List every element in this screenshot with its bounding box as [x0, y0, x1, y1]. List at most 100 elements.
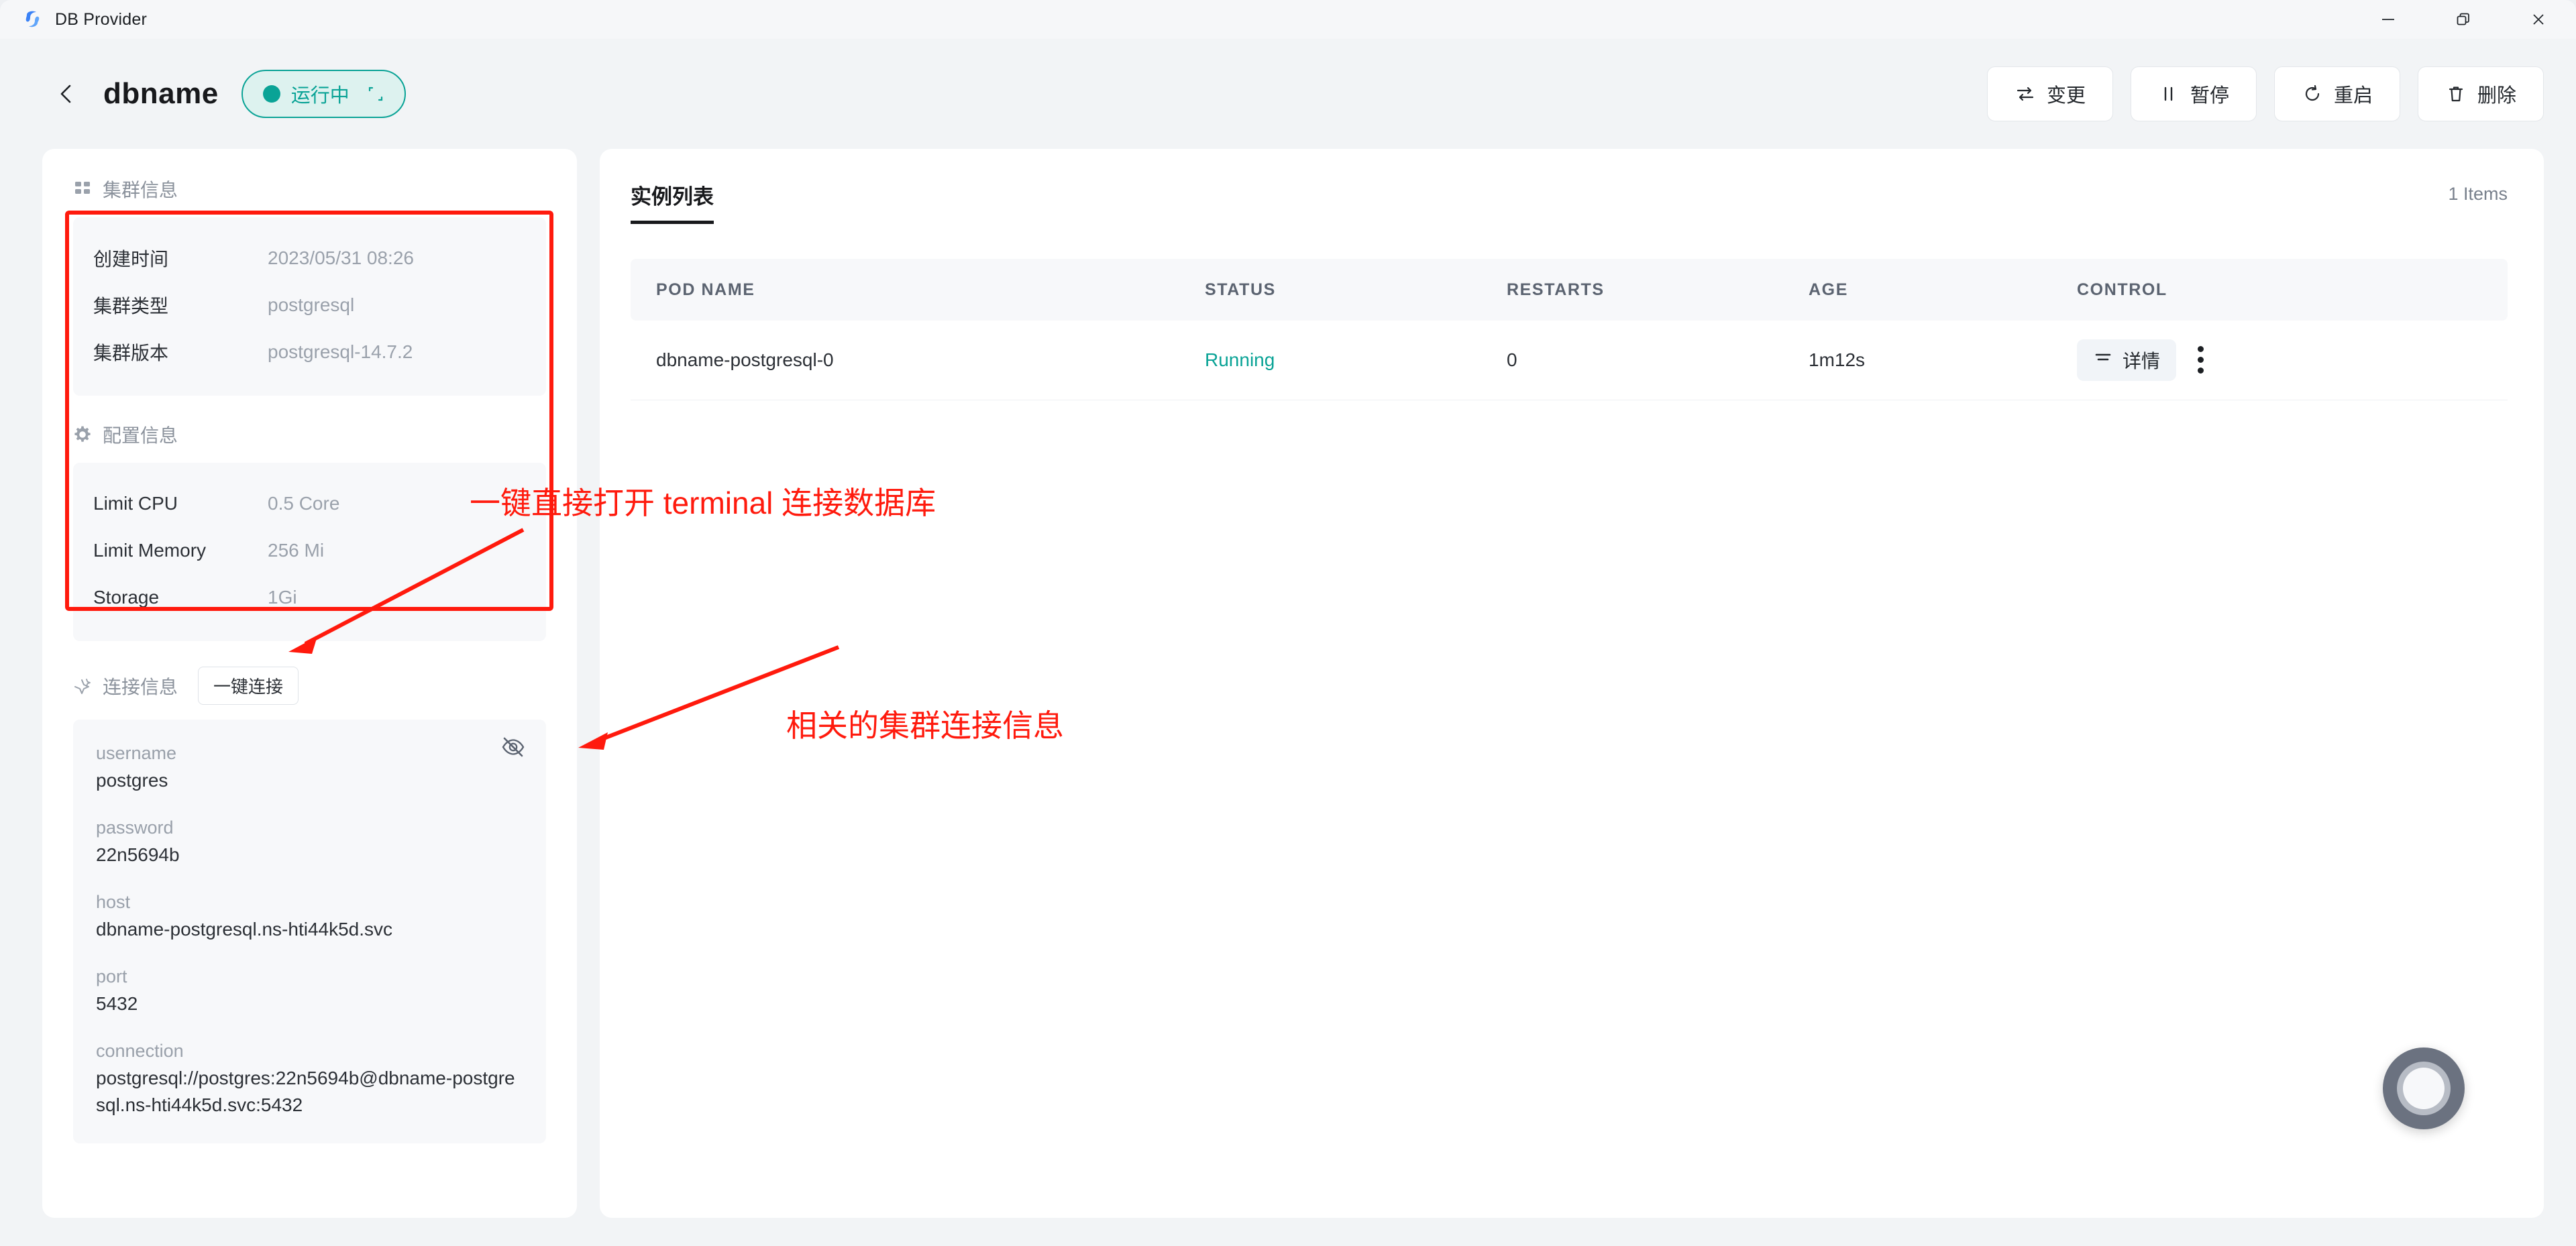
- info-row: 集群版本 postgresql-14.7.2: [93, 329, 526, 376]
- ring-button-center: [2403, 1068, 2445, 1109]
- instance-table: POD NAME STATUS RESTARTS AGE CONTROL dbn…: [631, 259, 2508, 400]
- gear-icon: [73, 425, 92, 444]
- info-key: 集群版本: [93, 343, 169, 363]
- info-row: Limit CPU 0.5 Core: [93, 480, 526, 527]
- cell-age: 1m12s: [1798, 321, 2066, 400]
- info-key: Limit CPU: [93, 493, 178, 514]
- pause-icon: [2158, 83, 2180, 105]
- expand-icon[interactable]: [367, 85, 384, 103]
- cell-restarts: 0: [1496, 321, 1798, 400]
- kebab-dot: [2198, 357, 2204, 363]
- eye-off-icon[interactable]: [500, 734, 526, 763]
- detail-button[interactable]: 详情: [2077, 339, 2177, 381]
- maximize-restore-button[interactable]: [2426, 0, 2501, 39]
- info-value: 0.5 Core: [268, 493, 340, 514]
- back-button[interactable]: [48, 75, 86, 113]
- pause-button-label: 暂停: [2190, 85, 2229, 107]
- kebab-dot: [2198, 367, 2204, 374]
- config-info-section-header: 配置信息: [73, 421, 546, 448]
- status-label: 运行中: [290, 85, 350, 107]
- delete-button[interactable]: 删除: [2418, 66, 2544, 121]
- connection-item-value: 22n5694b: [96, 844, 180, 865]
- info-row: Limit Memory 256 Mi: [93, 527, 526, 574]
- main-panel: 实例列表 1 Items POD NAME STATUS RESTARTS AG…: [600, 149, 2544, 1218]
- control-group: 详情: [2077, 339, 2508, 381]
- restart-button[interactable]: 重启: [2274, 66, 2400, 121]
- ring-button-icon[interactable]: [2383, 1047, 2465, 1129]
- info-value: 256 Mi: [268, 540, 325, 561]
- list-icon: [2093, 347, 2113, 372]
- cluster-info-section-header: 集群信息: [73, 176, 546, 203]
- info-row: 创建时间 2023/05/31 08:26: [93, 235, 526, 282]
- info-key: Limit Memory: [93, 540, 207, 561]
- header-actions: 变更 暂停 重启 删除: [1987, 66, 2544, 121]
- column-header-control: CONTROL: [2066, 259, 2508, 321]
- one-click-connect-button[interactable]: 一键连接: [198, 667, 299, 705]
- cell-control: 详情: [2066, 321, 2508, 400]
- connection-item: username postgres: [96, 740, 523, 794]
- trash-icon: [2445, 83, 2467, 105]
- kebab-dot: [2198, 346, 2204, 353]
- connection-item: port 5432: [96, 963, 523, 1017]
- window-titlebar: DB Provider: [0, 0, 2576, 39]
- info-key: 集群类型: [93, 296, 169, 317]
- items-count: 1 Items: [2448, 184, 2508, 204]
- connection-item: password 22n5694b: [96, 814, 523, 868]
- table-head: POD NAME STATUS RESTARTS AGE CONTROL: [631, 259, 2508, 321]
- pause-button[interactable]: 暂停: [2131, 66, 2257, 121]
- main-panel-header: 实例列表 1 Items: [631, 180, 2508, 224]
- info-value: 1Gi: [268, 587, 297, 608]
- change-arrows-icon: [2015, 83, 2036, 105]
- config-info-title: 配置信息: [103, 425, 178, 446]
- info-value: postgresql-14.7.2: [268, 341, 413, 362]
- connection-item-value: postgresql://postgres:22n5694b@dbname-po…: [96, 1067, 515, 1116]
- connection-item-label: port: [96, 966, 127, 987]
- info-key: 创建时间: [93, 249, 169, 270]
- column-header-status: STATUS: [1194, 259, 1496, 321]
- connection-item-label: password: [96, 817, 174, 838]
- restart-icon: [2302, 83, 2323, 105]
- table-header-row: POD NAME STATUS RESTARTS AGE CONTROL: [631, 259, 2508, 321]
- annotation-connection-note: 相关的集群连接信息: [786, 708, 1064, 743]
- cluster-info-card: 创建时间 2023/05/31 08:26 集群类型 postgresql 集群…: [73, 217, 546, 396]
- tab-instance-list[interactable]: 实例列表: [631, 180, 714, 224]
- connection-info-card: username postgres password 22n5694b host…: [73, 720, 546, 1144]
- ring-button-inner-ring: [2397, 1062, 2451, 1115]
- close-button[interactable]: [2501, 0, 2576, 39]
- info-key: Storage: [93, 587, 160, 608]
- connection-item-value: 5432: [96, 993, 138, 1014]
- info-value: 2023/05/31 08:26: [268, 247, 414, 268]
- window-controls: [2351, 0, 2576, 39]
- minimize-button[interactable]: [2351, 0, 2426, 39]
- page-header: dbname 运行中 变更 暂停 重启 删除: [0, 39, 2576, 149]
- status-badge[interactable]: 运行中: [241, 70, 406, 118]
- connection-item: host dbname-postgresql.ns-hti44k5d.svc: [96, 889, 523, 943]
- titlebar-left-group: DB Provider: [0, 8, 147, 31]
- column-header-age: AGE: [1798, 259, 2066, 321]
- sidebar-panel: 集群信息 创建时间 2023/05/31 08:26 集群类型 postgres…: [42, 149, 577, 1218]
- kebab-menu-icon[interactable]: [2192, 341, 2209, 379]
- column-header-pod-name: POD NAME: [631, 259, 1194, 321]
- detail-button-label: 详情: [2123, 350, 2161, 372]
- page-title: dbname: [103, 77, 219, 110]
- connection-item-label: connection: [96, 1041, 184, 1062]
- connection-item-value: dbname-postgresql.ns-hti44k5d.svc: [96, 918, 393, 940]
- change-button[interactable]: 变更: [1987, 66, 2113, 121]
- grid-icon: [73, 180, 92, 199]
- table-row[interactable]: dbname-postgresql-0 Running 0 1m12s 详情: [631, 321, 2508, 400]
- status-dot-icon: [262, 85, 280, 103]
- annotation-terminal-note: 一键直接打开 terminal 连接数据库: [470, 486, 936, 520]
- cell-pod-name: dbname-postgresql-0: [631, 321, 1194, 400]
- info-value: postgresql: [268, 294, 355, 315]
- info-row: Storage 1Gi: [93, 574, 526, 621]
- restart-button-label: 重启: [2333, 85, 2373, 107]
- connection-info-title: 连接信息: [103, 676, 178, 697]
- cell-status: Running: [1194, 321, 1496, 400]
- connection-info-section-header: 连接信息 一键连接: [73, 667, 546, 705]
- connection-item-label: host: [96, 892, 131, 913]
- link-sparkle-icon: [73, 677, 92, 695]
- change-button-label: 变更: [2046, 85, 2086, 107]
- db-provider-logo-icon: [21, 8, 44, 31]
- column-header-restarts: RESTARTS: [1496, 259, 1798, 321]
- cluster-info-title: 集群信息: [103, 180, 178, 201]
